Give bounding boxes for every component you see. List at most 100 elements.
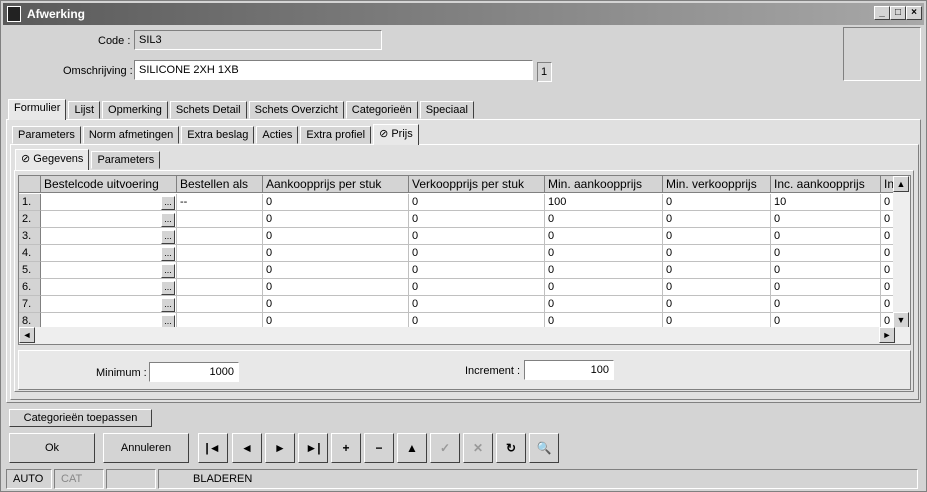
next-record-button[interactable]: ►: [265, 433, 295, 463]
grid-cell[interactable]: 0: [545, 211, 663, 228]
grid-cell[interactable]: 0: [545, 228, 663, 245]
grid-cell[interactable]: [41, 296, 177, 313]
grid-cell[interactable]: [177, 296, 263, 313]
grid-cell[interactable]: 0: [545, 245, 663, 262]
code-field[interactable]: SIL3: [134, 30, 382, 50]
grid-cell[interactable]: 10: [771, 194, 881, 211]
categorieen-toepassen-button[interactable]: Categorieën toepassen: [9, 409, 152, 427]
grid-cell[interactable]: 0: [409, 194, 545, 211]
tab-extra-profiel[interactable]: Extra profiel: [300, 126, 372, 144]
grid-cell[interactable]: 0: [545, 296, 663, 313]
delete-record-button[interactable]: −: [364, 433, 394, 463]
tab-opmerking[interactable]: Opmerking: [102, 101, 168, 119]
grid-cell[interactable]: 0: [663, 296, 771, 313]
post-record-button[interactable]: ✓: [430, 433, 460, 463]
grid-cell[interactable]: 0: [409, 262, 545, 279]
grid-cell[interactable]: [41, 279, 177, 296]
grid-cell[interactable]: 0: [263, 228, 409, 245]
grid-cell[interactable]: [41, 245, 177, 262]
lookup-button[interactable]: ...: [161, 213, 175, 227]
grid-cell[interactable]: 0: [545, 279, 663, 296]
omschrijving-field[interactable]: SILICONE 2XH 1XB: [134, 60, 533, 80]
grid-cell[interactable]: [177, 245, 263, 262]
grid-cell[interactable]: 0: [663, 245, 771, 262]
increment-field[interactable]: 100: [524, 360, 614, 380]
add-record-button[interactable]: +: [331, 433, 361, 463]
lookup-button[interactable]: ...: [161, 247, 175, 261]
grid-cell[interactable]: [177, 228, 263, 245]
column-header[interactable]: Min. verkoopprijs: [663, 176, 771, 193]
last-record-button[interactable]: ►|: [298, 433, 328, 463]
grid-cell[interactable]: 0: [771, 211, 881, 228]
grid-cell[interactable]: 0: [771, 228, 881, 245]
minimize-button[interactable]: _: [874, 6, 890, 20]
grid-cell[interactable]: 0: [663, 262, 771, 279]
tab-categorieen[interactable]: Categorieën: [345, 101, 418, 119]
lookup-button[interactable]: ...: [161, 264, 175, 278]
grid-cell[interactable]: 0: [263, 262, 409, 279]
tab-inner-parameters[interactable]: Parameters: [91, 151, 161, 169]
vertical-scrollbar[interactable]: ▲ ▼: [893, 176, 910, 328]
column-header[interactable]: Aankoopprijs per stuk: [263, 176, 409, 193]
grid-cell[interactable]: 0: [409, 296, 545, 313]
first-record-button[interactable]: |◄: [198, 433, 228, 463]
scroll-up-button[interactable]: ▲: [893, 176, 909, 192]
cancel-edit-button[interactable]: ✕: [463, 433, 493, 463]
grid-cell[interactable]: --: [177, 194, 263, 211]
close-button[interactable]: ×: [906, 6, 922, 20]
minimum-field[interactable]: 1000: [149, 362, 239, 382]
grid-cell[interactable]: [41, 194, 177, 211]
grid-cell[interactable]: 0: [263, 194, 409, 211]
tab-parameters[interactable]: Parameters: [12, 126, 81, 144]
lookup-button[interactable]: ...: [161, 298, 175, 312]
scroll-down-button[interactable]: ▼: [893, 312, 909, 328]
edit-record-button[interactable]: ▲: [397, 433, 427, 463]
lookup-button[interactable]: ...: [161, 281, 175, 295]
tab-prijs[interactable]: ⊘ Prijs: [373, 124, 419, 145]
tab-norm-afmetingen[interactable]: Norm afmetingen: [82, 126, 180, 144]
tab-speciaal[interactable]: Speciaal: [419, 101, 474, 119]
grid-cell[interactable]: 0: [409, 245, 545, 262]
tab-extra-beslag[interactable]: Extra beslag: [181, 126, 255, 144]
grid-cell[interactable]: [177, 211, 263, 228]
tab-acties[interactable]: Acties: [256, 126, 299, 144]
column-header[interactable]: Min. aankoopprijs: [545, 176, 663, 193]
tab-schets-detail[interactable]: Schets Detail: [169, 101, 247, 119]
grid-cell[interactable]: 0: [409, 211, 545, 228]
tab-lijst[interactable]: Lijst: [68, 101, 101, 119]
grid-cell[interactable]: 0: [771, 262, 881, 279]
grid-cell[interactable]: 0: [663, 211, 771, 228]
grid-cell[interactable]: 0: [263, 296, 409, 313]
grid-cell[interactable]: 0: [263, 211, 409, 228]
grid-cell[interactable]: 0: [663, 279, 771, 296]
scroll-left-button[interactable]: ◄: [19, 327, 35, 343]
grid-cell[interactable]: 0: [663, 194, 771, 211]
grid-cell[interactable]: [41, 262, 177, 279]
refresh-button[interactable]: ↻: [496, 433, 526, 463]
grid-cell[interactable]: 100: [545, 194, 663, 211]
tab-gegevens[interactable]: ⊘ Gegevens: [15, 149, 90, 170]
horizontal-scrollbar[interactable]: ◄ ►: [19, 327, 910, 344]
grid-cell[interactable]: [177, 262, 263, 279]
ok-button[interactable]: Ok: [9, 433, 95, 463]
lookup-button[interactable]: ...: [161, 196, 175, 210]
tab-schets-overzicht[interactable]: Schets Overzicht: [248, 101, 344, 119]
find-button[interactable]: 🔍: [529, 433, 559, 463]
column-header[interactable]: Bestellen als: [177, 176, 263, 193]
grid-cell[interactable]: 0: [409, 279, 545, 296]
grid-cell[interactable]: [177, 279, 263, 296]
tab-formulier[interactable]: Formulier: [8, 99, 67, 120]
lookup-button[interactable]: ...: [161, 230, 175, 244]
column-header[interactable]: Inc. aankoopprijs: [771, 176, 881, 193]
annuleren-button[interactable]: Annuleren: [103, 433, 189, 463]
scroll-right-button[interactable]: ►: [879, 327, 895, 343]
grid-cell[interactable]: [41, 211, 177, 228]
grid-cell[interactable]: 0: [263, 245, 409, 262]
grid-cell[interactable]: 0: [771, 245, 881, 262]
grid-cell[interactable]: 0: [409, 228, 545, 245]
column-header[interactable]: Verkoopprijs per stuk: [409, 176, 545, 193]
prev-record-button[interactable]: ◄: [232, 433, 262, 463]
grid-cell[interactable]: [41, 228, 177, 245]
grid-cell[interactable]: 0: [663, 228, 771, 245]
maximize-button[interactable]: □: [890, 6, 906, 20]
